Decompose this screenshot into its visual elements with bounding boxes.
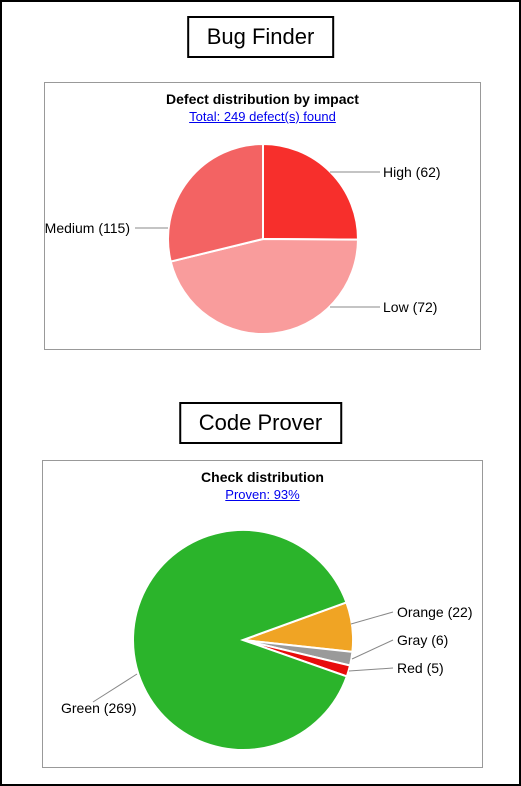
code-prover-title-box: Code Prover [179,402,343,444]
bug-finder-title-box: Bug Finder [187,16,335,58]
code-prover-panel: Check distribution Proven: 93% [42,460,483,768]
leader-orange [351,612,393,624]
label-high: High (62) [383,164,441,180]
bug-finder-chart: High (62) Low (72) Medium (115) [45,124,480,344]
bug-finder-title: Bug Finder [207,24,315,49]
code-prover-title: Code Prover [199,410,323,435]
label-gray: Gray (6) [397,632,448,648]
label-orange: Orange (22) [397,604,472,620]
label-green: Green (269) [61,700,136,716]
bug-finder-total-link[interactable]: Total: 249 defect(s) found [45,109,480,124]
label-medium: Medium (115) [45,220,130,236]
leader-green [93,674,137,702]
code-prover-chart: Orange (22) Gray (6) Red (5) Green (269) [43,502,482,762]
slice-high[interactable] [263,144,358,240]
label-red: Red (5) [397,660,444,676]
code-prover-proven-link[interactable]: Proven: 93% [43,487,482,502]
leader-red [349,668,393,671]
label-low: Low (72) [383,299,437,315]
bug-finder-panel-title: Defect distribution by impact [45,91,480,107]
leader-gray [352,640,393,659]
code-prover-panel-title: Check distribution [43,469,482,485]
outer-frame: Bug Finder Defect distribution by impact… [0,0,521,786]
bug-finder-panel: Defect distribution by impact Total: 249… [44,82,481,350]
